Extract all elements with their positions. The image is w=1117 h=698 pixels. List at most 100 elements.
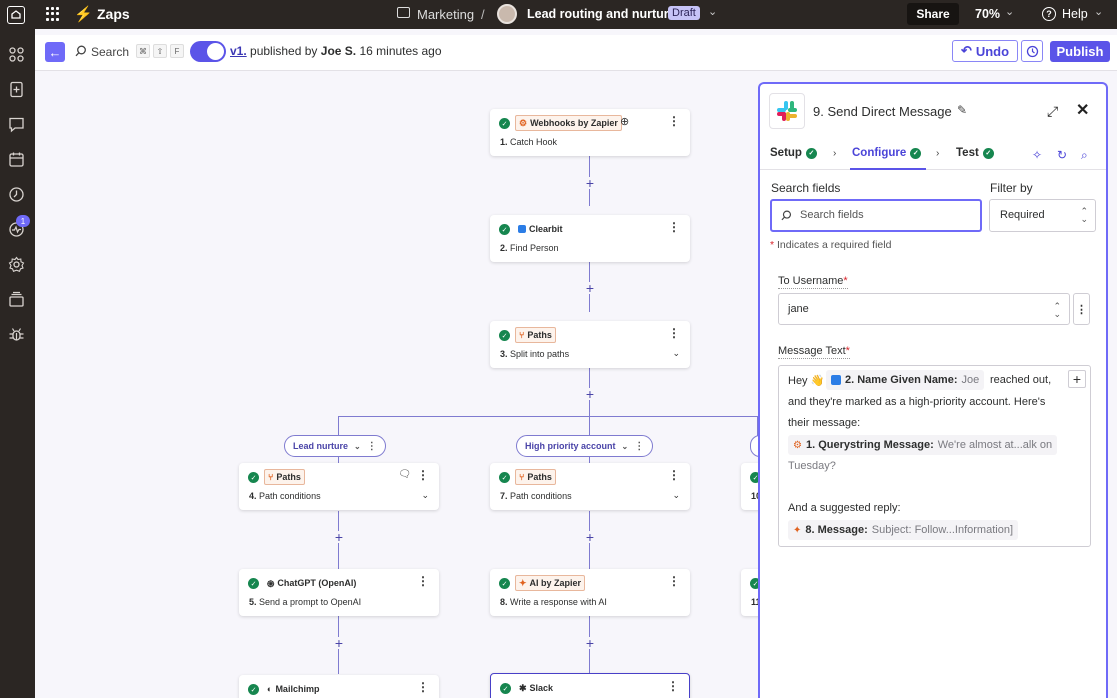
add-step-plus-icon[interactable]: + [333, 530, 345, 544]
step-card-mailchimp[interactable]: ✓ ◐ Mailchimp ⋮ [239, 675, 439, 698]
add-step-plus-icon[interactable]: + [584, 176, 596, 190]
help-chevron-icon[interactable]: ⌄ [1094, 5, 1103, 18]
add-step-plus-icon[interactable]: + [584, 530, 596, 544]
step-card-slack[interactable]: ✓ ✱ Slack ⋮ [490, 673, 690, 698]
field-pill[interactable]: ✦ 8. Message: Subject: Follow...Informat… [788, 520, 1018, 540]
message-text-editor[interactable]: Hey 👋 2. Name Given Name: Joe reached ou… [778, 365, 1091, 547]
tab-configure[interactable]: Configure ✓ [852, 147, 922, 159]
zap-name[interactable]: Lead routing and nurture [527, 7, 676, 21]
field-pill[interactable]: ⚙ 1. Querystring Message: We're almost a… [788, 435, 1058, 455]
step-title: 5. Send a prompt to OpenAI [249, 597, 362, 607]
chevron-down-icon[interactable]: ⌄ [672, 490, 680, 501]
add-step-plus-icon[interactable]: + [584, 281, 596, 295]
zap-menu-chevron-icon[interactable]: ⌄ [708, 5, 717, 18]
help-icon[interactable]: ? [1042, 7, 1056, 21]
path-label-high-priority[interactable]: High priority account ⌄ ⋮ [516, 435, 654, 457]
breadcrumb-folder[interactable]: Marketing [417, 7, 474, 22]
comment-icon[interactable]: 🗨 [398, 469, 411, 480]
arrow-left-icon: ← [48, 44, 62, 60]
undo-button[interactable]: ↶ Undo [952, 40, 1018, 62]
add-step-plus-icon[interactable]: + [333, 636, 345, 650]
publish-button[interactable]: Publish [1050, 41, 1110, 62]
message-text: their message: [788, 417, 861, 429]
tab-test[interactable]: Test ✓ [956, 147, 994, 159]
app-grid-icon[interactable] [46, 7, 60, 21]
chevron-down-icon[interactable]: ⌄ [622, 442, 629, 451]
to-username-select[interactable]: jane ⌃ ⌄ [778, 293, 1070, 325]
help-menu[interactable]: Help [1062, 7, 1088, 21]
chevron-down-icon[interactable]: ⌄ [672, 348, 680, 359]
webhook-icon: ⚙ [793, 439, 802, 451]
step-app-badge: ⑂ Paths [515, 327, 556, 343]
check-icon: ✓ [248, 684, 259, 695]
canvas-search-button[interactable]: Search [91, 45, 129, 59]
step-card-catch-hook[interactable]: ✓ ⚙ Webhooks by Zapier ⊕ ⋮ 1. Catch Hook [490, 109, 690, 156]
kebab-menu-icon[interactable]: ⋮ [417, 680, 429, 694]
field-options-button[interactable]: ⋮ [1073, 293, 1090, 325]
tab-setup[interactable]: Setup ✓ [770, 147, 817, 159]
insert-data-plus-icon[interactable]: + [1068, 370, 1086, 388]
step-card-path-conditions-7[interactable]: ✓ ⑂ Paths ⋮ ⌄ 7. Path conditions [490, 463, 690, 510]
search-icon[interactable]: ⌕ [1081, 148, 1088, 163]
share-button[interactable]: Share [907, 3, 959, 25]
step-card-path-conditions-4[interactable]: ✓ ⑂ Paths 🗨 ⋮ ⌄ 4. Path conditions [239, 463, 439, 510]
kebab-menu-icon[interactable]: ⋮ [634, 441, 644, 452]
search-fields-input[interactable]: Search fields [770, 199, 982, 232]
search-fields-label: Search fields [771, 181, 841, 195]
add-circle-icon[interactable]: ⊕ [620, 115, 629, 128]
panel-tabs: Setup ✓ › Configure ✓ › Test ✓ ✧ ↻ ⌕ [760, 142, 1106, 170]
history-icon[interactable] [8, 186, 25, 203]
chevron-right-icon: › [833, 148, 837, 159]
calendar-icon[interactable] [8, 151, 25, 168]
home-button[interactable] [0, 0, 32, 29]
version-link[interactable]: v1. [230, 44, 247, 58]
bug-icon[interactable] [8, 326, 25, 343]
pencil-edit-icon[interactable]: ✎ [957, 103, 967, 117]
apps-icon[interactable] [8, 46, 25, 63]
left-sidebar: 1 [0, 29, 35, 698]
chevron-down-icon[interactable]: ⌄ [421, 490, 429, 501]
step-card-find-person[interactable]: ✓ Clearbit ⋮ 2. Find Person [490, 215, 690, 262]
message-text-label: Message Text* [778, 345, 850, 359]
step-card-send-prompt-openai[interactable]: ✓ ֍ ChatGPT (OpenAI) ⋮ 5. Send a prompt t… [239, 569, 439, 616]
step-app-badge: ✱ Slack [519, 682, 554, 694]
kebab-menu-icon[interactable]: ⋮ [668, 326, 680, 340]
add-step-plus-icon[interactable]: + [584, 387, 596, 401]
chat-icon[interactable] [8, 116, 25, 133]
step-title: 3. Split into paths [500, 349, 570, 359]
step-card-split-paths[interactable]: ✓ ⑂ Paths ⋮ ⌄ 3. Split into paths [490, 321, 690, 368]
kebab-menu-icon[interactable]: ⋮ [668, 220, 680, 234]
kebab-menu-icon[interactable]: ⋮ [417, 574, 429, 588]
back-button[interactable]: ← [45, 42, 65, 62]
zoom-level[interactable]: 70% [975, 7, 1000, 21]
add-step-plus-icon[interactable]: + [584, 636, 596, 650]
chevron-down-icon[interactable]: ⌄ [354, 442, 361, 451]
webhook-icon: ⚙ [519, 117, 528, 128]
zap-on-off-toggle[interactable] [190, 41, 226, 62]
kebab-menu-icon[interactable]: ⋮ [667, 679, 679, 693]
brand-title[interactable]: Zaps [97, 6, 130, 22]
filter-by-select[interactable]: Required ⌃ ⌄ [989, 199, 1096, 232]
kebab-menu-icon[interactable]: ⋮ [417, 468, 429, 482]
path-label-lead-nurture[interactable]: Lead nurture ⌄ ⋮ [284, 435, 386, 457]
kebab-menu-icon[interactable]: ⋮ [367, 441, 377, 452]
ai-sparkle-icon[interactable]: ✧ [1032, 148, 1042, 162]
layers-icon[interactable] [8, 291, 25, 308]
kebab-menu-icon[interactable]: ⋮ [668, 114, 680, 128]
required-note: * Indicates a required field [770, 239, 892, 251]
zap-add-icon[interactable] [8, 81, 25, 98]
paths-icon: ⑂ [519, 330, 525, 340]
kebab-menu-icon[interactable]: ⋮ [668, 574, 680, 588]
step-card-write-response-ai[interactable]: ✓ ✦ AI by Zapier ⋮ 8. Write a response wi… [490, 569, 690, 616]
zoom-chevron-icon[interactable]: ⌄ [1005, 5, 1014, 18]
kebab-menu-icon[interactable]: ⋮ [668, 468, 680, 482]
refresh-icon[interactable]: ↻ [1057, 148, 1067, 162]
close-icon[interactable]: ✕ [1076, 100, 1089, 120]
published-by-text: published by [250, 44, 318, 58]
settings-icon[interactable] [8, 256, 25, 273]
search-icon[interactable] [75, 45, 87, 57]
panel-title[interactable]: 9. Send Direct Message [813, 104, 952, 119]
expand-icon[interactable]: ⤢ [1047, 103, 1058, 120]
field-pill[interactable]: 2. Name Given Name: Joe [826, 370, 985, 390]
version-history-button[interactable] [1021, 40, 1043, 62]
